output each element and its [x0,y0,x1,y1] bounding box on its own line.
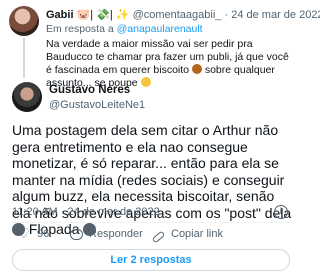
reply-button[interactable]: Responder [70,228,143,240]
author-name[interactable]: Gustavo Neres [49,84,130,96]
reply-prefix: Em resposta a [46,23,114,35]
reply-context: Em resposta a @anapaularenault [46,23,203,35]
parent-tweet-header: Gabii 🐷| 💸| ✨ @comentaagabii_ · 24 de ma… [46,8,320,21]
copy-link-label: Copiar link [171,228,223,240]
divider [12,222,292,223]
author-name[interactable]: Gabii [46,9,74,21]
reply-label: Responder [89,228,143,240]
avatar[interactable] [9,6,39,36]
avatar[interactable] [12,82,42,112]
cookie-emoji-icon [191,64,202,74]
author-handle[interactable]: @GustavoLeiteNe1 [49,99,145,111]
parent-tweet-text: Na verdade a maior missão vai ser pedir … [46,38,289,89]
author-handle[interactable]: @comentaagabii_ [133,9,222,21]
read-replies-button[interactable]: Ler 2 respostas [12,249,290,271]
heart-icon: ♡ [18,226,30,241]
info-icon[interactable]: i [274,205,288,219]
reply-bubble-icon [70,228,83,240]
like-button[interactable]: ♡ 96 [18,226,50,241]
action-bar: ♡ 96 Responder Copiar link [12,226,292,246]
thread-line [23,38,25,78]
tweet-text: Uma postagem dela sem citar o Arthur não… [12,122,292,237]
link-icon [151,230,166,244]
sweat-smile-emoji-icon [140,77,151,87]
copy-link-button[interactable]: Copiar link [151,228,223,244]
name-emojis: 🐷| 💸| ✨ [76,9,130,21]
like-count: 96 [37,228,50,240]
tweet-timestamp[interactable]: 11:20 AM · 24 de mar de 2022 [12,206,160,218]
tweet-date[interactable]: 24 de mar de 2022 [231,9,320,21]
reply-handle-link[interactable]: @anapaularenault [117,23,203,35]
parent-tweet[interactable]: Gabii 🐷| 💸| ✨ @comentaagabii_ · 24 de ma… [0,0,320,89]
